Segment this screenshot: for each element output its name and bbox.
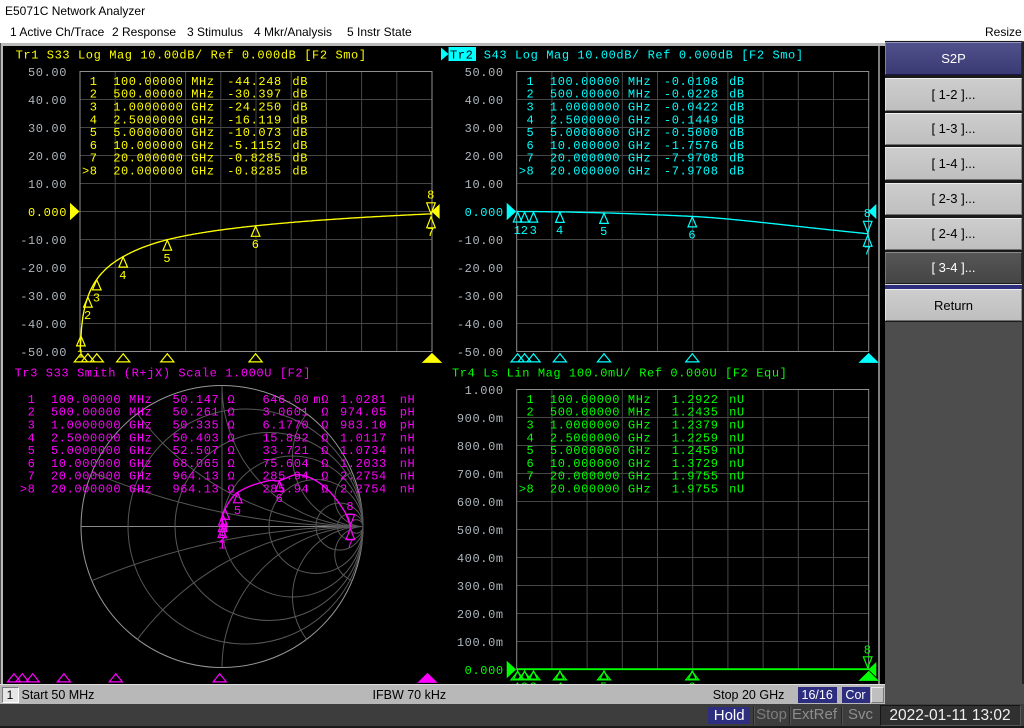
svg-text:-10.00: -10.00 xyxy=(457,234,504,248)
svg-text:Tr3 S33 Smith (R+jX) Scale 1.0: Tr3 S33 Smith (R+jX) Scale 1.000U [F2] xyxy=(15,367,311,381)
svg-text:4: 4 xyxy=(556,224,564,238)
svg-text:100.0m: 100.0m xyxy=(457,636,504,650)
svg-text:6: 6 xyxy=(252,238,260,252)
svg-text:S43 Log Mag 10.00dB/ Ref 0.000: S43 Log Mag 10.00dB/ Ref 0.000dB [F2 Smo… xyxy=(476,49,804,63)
svg-text:0.000: 0.000 xyxy=(465,206,504,220)
svg-text:2: 2 xyxy=(84,309,92,323)
svg-text:Tr1 S33 Log Mag 10.00dB/ Ref 0: Tr1 S33 Log Mag 10.00dB/ Ref 0.000dB [F2… xyxy=(16,49,367,63)
svg-text:-20.00: -20.00 xyxy=(20,262,67,276)
svg-text:dB: dB xyxy=(729,165,745,179)
svg-text:-40.00: -40.00 xyxy=(457,318,504,332)
svg-text:400.0m: 400.0m xyxy=(457,552,504,566)
svg-text:7: 7 xyxy=(427,226,435,240)
svg-text:20.00: 20.00 xyxy=(465,150,504,164)
svg-text:1.000: 1.000 xyxy=(465,384,504,398)
svg-text:6: 6 xyxy=(276,492,284,506)
svg-text:5: 5 xyxy=(163,252,171,266)
svg-text:200.0m: 200.0m xyxy=(457,608,504,622)
svg-text:8: 8 xyxy=(427,188,435,202)
svg-text:8: 8 xyxy=(864,643,872,657)
svg-text:-40.00: -40.00 xyxy=(20,318,67,332)
svg-text:>8 20.000000 GHz: >8 20.000000 GHz xyxy=(12,483,152,497)
svg-text:30.00: 30.00 xyxy=(28,122,67,136)
svg-text:-30.00: -30.00 xyxy=(457,290,504,304)
svg-text:10.00: 10.00 xyxy=(28,178,67,192)
svg-text:4: 4 xyxy=(119,269,127,283)
svg-text:nH: nH xyxy=(400,483,416,497)
svg-text:-7.9708: -7.9708 xyxy=(664,165,719,179)
svg-text:964.13: 964.13 xyxy=(172,483,219,497)
svg-text:300.0m: 300.0m xyxy=(457,580,504,594)
svg-text:Tr2: Tr2 xyxy=(450,49,473,63)
svg-text:-20.00: -20.00 xyxy=(457,262,504,276)
svg-text:7: 7 xyxy=(864,244,872,258)
svg-text:-10.00: -10.00 xyxy=(20,234,67,248)
svg-text:-0.8285: -0.8285 xyxy=(227,165,282,179)
svg-text:40.00: 40.00 xyxy=(465,94,504,108)
svg-text:50.00: 50.00 xyxy=(465,66,504,80)
svg-text:dB: dB xyxy=(292,165,308,179)
svg-text:0.000: 0.000 xyxy=(28,206,67,220)
svg-text:500.0m: 500.0m xyxy=(457,524,504,538)
svg-text:>8 20.000000 GHz: >8 20.000000 GHz xyxy=(519,483,652,497)
svg-text:nU: nU xyxy=(729,483,745,497)
svg-text:-50.00: -50.00 xyxy=(457,346,504,360)
svg-text:900.0m: 900.0m xyxy=(457,412,504,426)
svg-text:3: 3 xyxy=(530,224,538,238)
svg-text:4: 4 xyxy=(221,520,229,534)
svg-text:5: 5 xyxy=(600,225,608,239)
svg-text:2: 2 xyxy=(521,224,529,238)
svg-text:Tr4 Ls Lin Mag 100.0mU/ Ref 0.: Tr4 Ls Lin Mag 100.0mU/ Ref 0.000U [F2 E… xyxy=(452,367,787,381)
svg-text:7: 7 xyxy=(346,538,354,552)
svg-text:700.0m: 700.0m xyxy=(457,468,504,482)
svg-text:-30.00: -30.00 xyxy=(20,290,67,304)
svg-text:10.00: 10.00 xyxy=(465,178,504,192)
svg-text:30.00: 30.00 xyxy=(465,122,504,136)
svg-text:50.00: 50.00 xyxy=(28,66,67,80)
svg-text:-50.00: -50.00 xyxy=(20,346,67,360)
svg-text:5: 5 xyxy=(234,504,242,518)
svg-text:600.0m: 600.0m xyxy=(457,496,504,510)
svg-text:285.94: 285.94 xyxy=(262,483,309,497)
svg-text:1.9755: 1.9755 xyxy=(672,483,719,497)
svg-text:>8 20.000000 GHz: >8 20.000000 GHz xyxy=(82,165,215,179)
svg-text:8: 8 xyxy=(346,500,354,514)
svg-text:0.000: 0.000 xyxy=(465,664,504,678)
svg-text:800.0m: 800.0m xyxy=(457,440,504,454)
svg-text:6: 6 xyxy=(688,229,696,243)
svg-text:20.00: 20.00 xyxy=(28,150,67,164)
svg-text:8: 8 xyxy=(864,207,872,221)
svg-text:3: 3 xyxy=(93,292,101,306)
svg-text:2.2754: 2.2754 xyxy=(340,483,387,497)
svg-text:40.00: 40.00 xyxy=(28,94,67,108)
svg-text:>8 20.000000 GHz: >8 20.000000 GHz xyxy=(519,165,652,179)
